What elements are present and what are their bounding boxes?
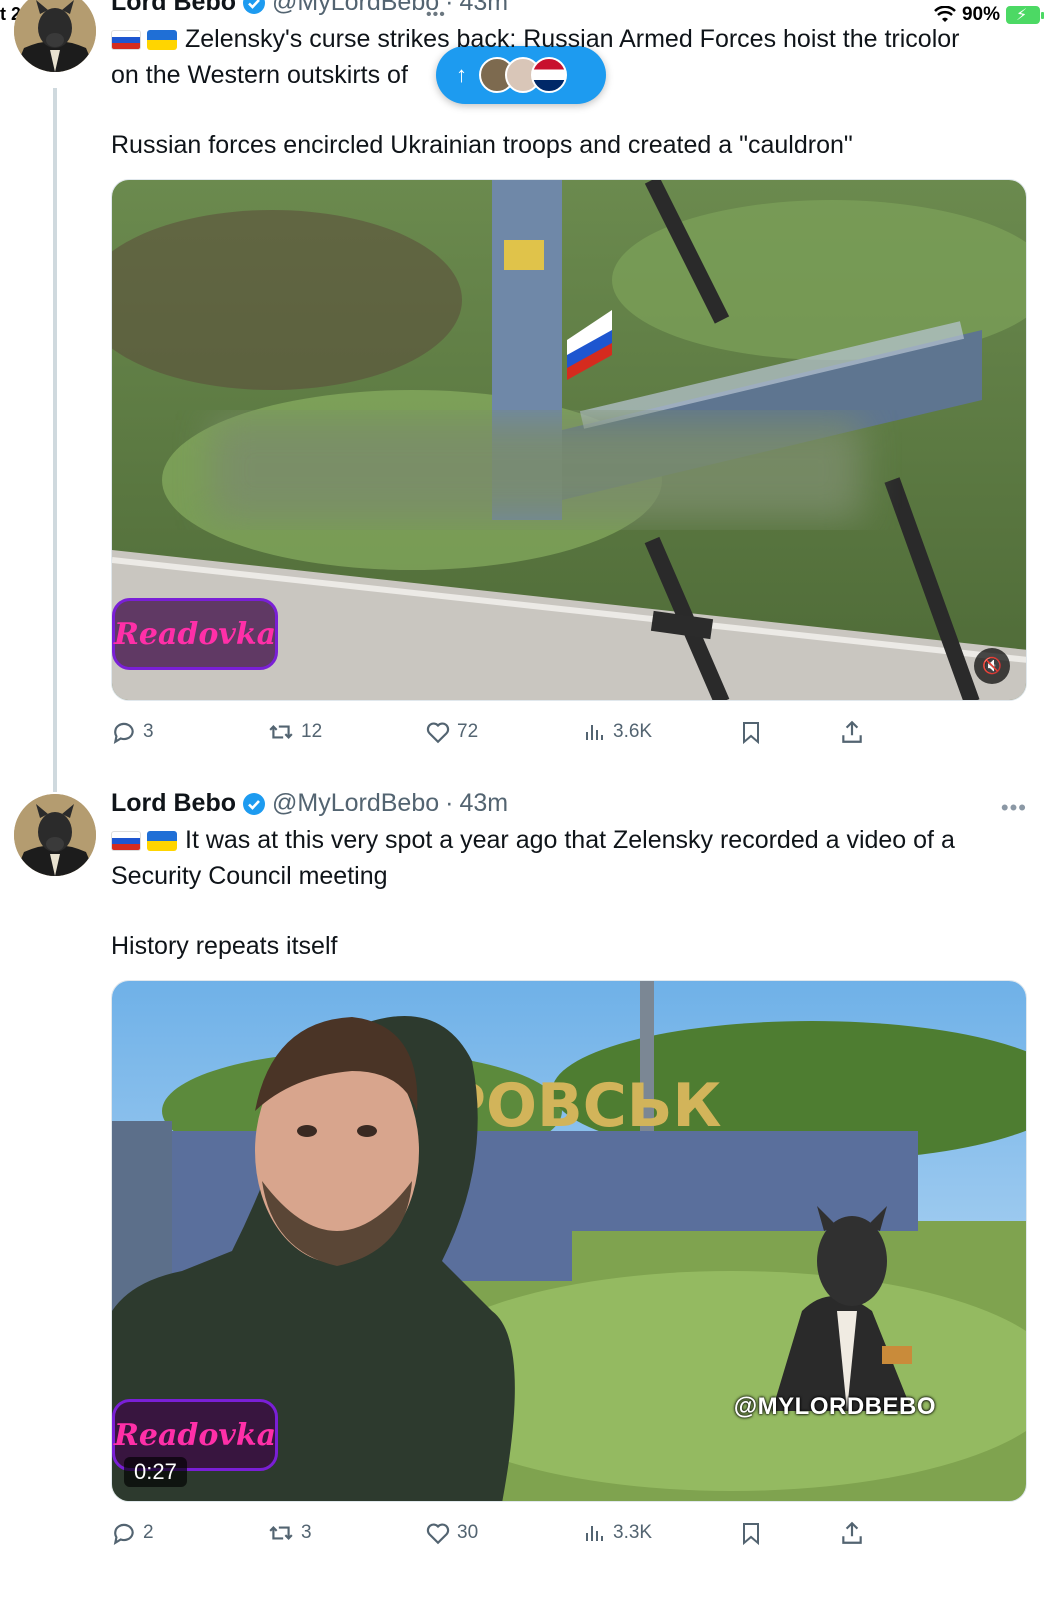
views-button[interactable]: 3.3K — [583, 1516, 652, 1550]
tweet-actions: 3 12 72 3.6K — [111, 715, 1027, 755]
ukraine-flag-icon — [147, 30, 177, 50]
tweet-video[interactable]: Readovka 🔇 — [111, 179, 1027, 701]
ukraine-flag-icon — [147, 831, 177, 851]
video-duration: 0:27 — [124, 1457, 187, 1487]
views-icon — [586, 725, 603, 740]
author-handle[interactable]: @MyLordBebo — [272, 0, 439, 17]
heart-icon — [426, 722, 450, 744]
repost-icon — [269, 725, 293, 739]
reply-button[interactable]: 2 — [111, 1516, 154, 1550]
views-button[interactable]: 3.6K — [583, 715, 652, 749]
bookmark-button[interactable] — [739, 1516, 763, 1550]
tweet[interactable]: Lord Bebo @MyLordBebo · 43m ••• It was a… — [111, 789, 1027, 1556]
repost-button[interactable]: 12 — [267, 715, 322, 749]
like-count: 30 — [457, 1522, 479, 1543]
share-button[interactable] — [839, 715, 865, 749]
repost-button[interactable]: 3 — [267, 1516, 312, 1550]
like-button[interactable]: 72 — [425, 715, 478, 749]
tweet-text-2: History repeats itself — [111, 932, 338, 960]
tweet-actions: 2 3 30 3.3K — [111, 1516, 1027, 1556]
views-icon — [586, 1526, 603, 1541]
like-button[interactable]: 30 — [425, 1516, 478, 1550]
share-icon — [842, 1521, 862, 1544]
tweet-text-line: It was at this very spot a year ago that… — [111, 826, 955, 890]
reply-count: 3 — [143, 721, 154, 742]
tweet-header: Lord Bebo @MyLordBebo · 43m — [111, 0, 1027, 17]
repost-count: 12 — [301, 721, 323, 742]
tweet-text-line: Zelensky's curse strikes back: Russian A… — [111, 25, 960, 89]
tweet[interactable]: Lord Bebo @MyLordBebo · 43m Zelensky's c… — [111, 0, 1027, 755]
tweet-text-2: Russian forces encircled Ukrainian troop… — [111, 131, 853, 159]
more-options-icon[interactable]: ••• — [1001, 795, 1027, 821]
bookmark-icon — [743, 722, 759, 745]
author-handle[interactable]: @MyLordBebo — [272, 789, 439, 818]
tweet-time[interactable]: 43m — [459, 0, 508, 17]
tweet-video[interactable]: РОВСЬК Readovka 0:27 @MYLORDBEBO — [111, 980, 1027, 1502]
author-name[interactable]: Lord Bebo — [111, 789, 236, 818]
reply-count: 2 — [143, 1522, 154, 1543]
repost-icon — [269, 1526, 293, 1540]
russia-flag-icon — [111, 30, 141, 50]
readovka-badge: Readovka — [112, 598, 278, 670]
bookmark-button[interactable] — [739, 715, 763, 749]
share-icon — [842, 720, 862, 743]
views-count: 3.6K — [613, 721, 653, 742]
avatar[interactable] — [14, 0, 96, 72]
reply-button[interactable]: 3 — [111, 715, 154, 749]
views-count: 3.3K — [613, 1522, 653, 1543]
flags — [111, 30, 177, 50]
tweet-header: Lord Bebo @MyLordBebo · 43m — [111, 789, 509, 818]
tweet-text: It was at this very spot a year ago that… — [111, 822, 1027, 894]
reply-icon — [113, 1523, 134, 1545]
watermark: @MYLORDBEBO — [733, 1393, 936, 1420]
share-button[interactable] — [839, 1516, 865, 1550]
flags — [111, 831, 177, 851]
reply-icon — [113, 722, 134, 744]
like-count: 72 — [457, 721, 479, 742]
tweet-time[interactable]: 43m — [459, 789, 508, 818]
heart-icon — [426, 1523, 450, 1545]
verified-badge-icon — [243, 0, 265, 14]
bookmark-icon — [743, 1523, 759, 1546]
speaker-muted-icon[interactable]: 🔇 — [974, 648, 1010, 684]
verified-badge-icon — [243, 792, 265, 815]
thread-connector — [53, 88, 57, 792]
tweet-text: Zelensky's curse strikes back: Russian A… — [111, 21, 1027, 93]
avatar[interactable] — [14, 794, 96, 876]
russia-flag-icon — [111, 831, 141, 851]
repost-count: 3 — [301, 1522, 312, 1543]
author-name[interactable]: Lord Bebo — [111, 0, 236, 17]
sign-letters: РОВСЬК — [442, 1071, 722, 1141]
